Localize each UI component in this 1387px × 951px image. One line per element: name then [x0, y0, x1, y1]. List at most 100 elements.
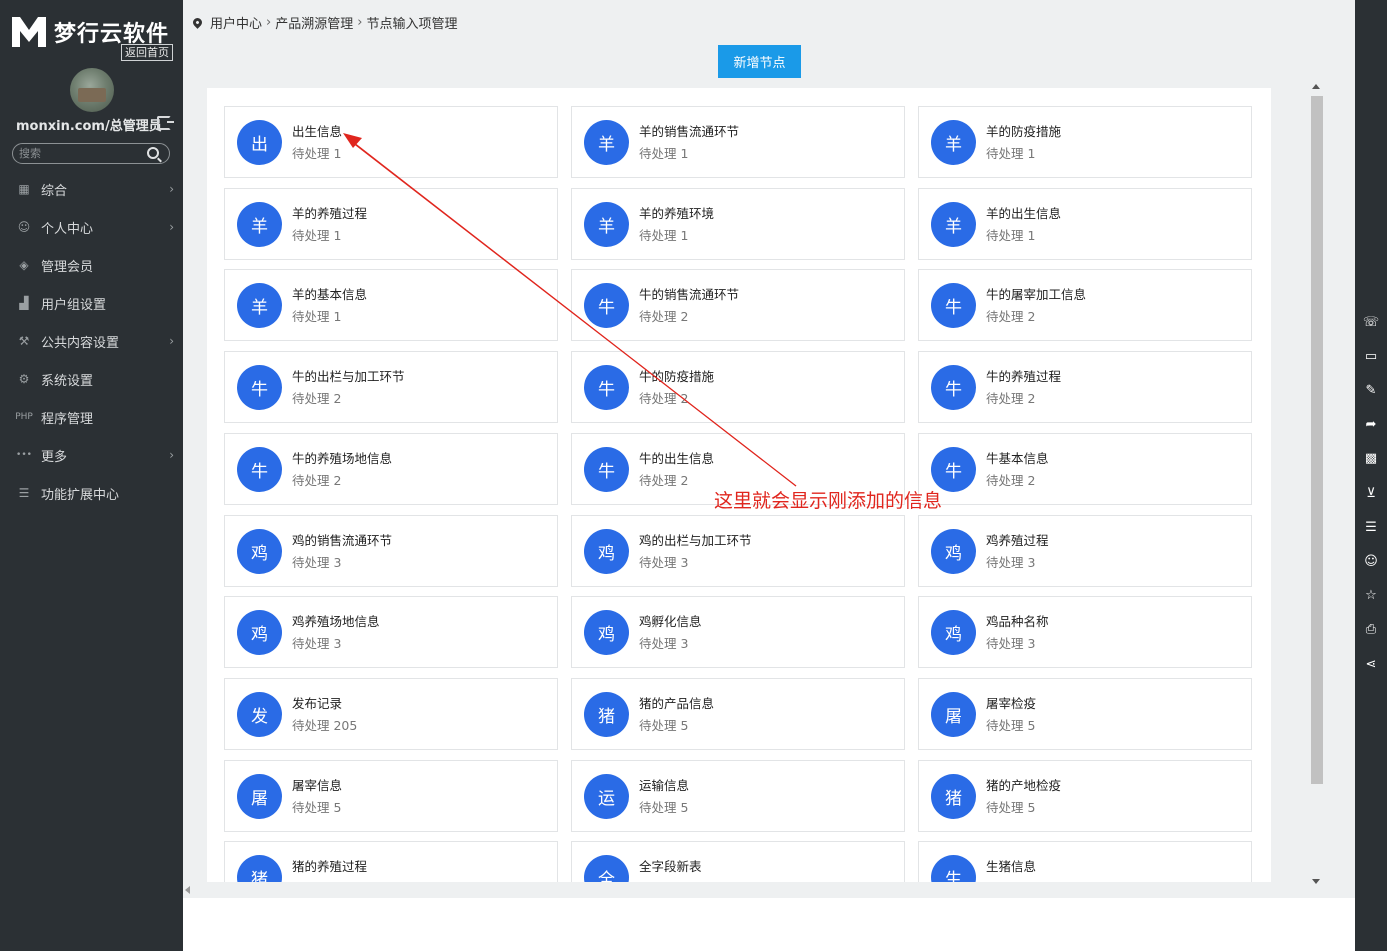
node-avatar-icon: 猪 [237, 855, 282, 882]
node-avatar-icon: 牛 [931, 365, 976, 410]
node-card[interactable]: 猪猪的产地检疫 待处理 5 [918, 760, 1252, 832]
node-title: 羊的出生信息 [986, 206, 1062, 221]
comment-icon[interactable]: ▭ [1362, 347, 1380, 365]
node-status: 待处理 1 [292, 146, 342, 161]
node-title: 牛的养殖场地信息 [292, 451, 393, 466]
scroll-left-arrow-icon[interactable] [185, 886, 190, 894]
node-card[interactable]: 牛牛的出栏与加工环节 待处理 2 [224, 351, 558, 423]
sidebar-item-4[interactable]: ⚒ 公共内容设置 › [0, 322, 183, 360]
print-icon[interactable]: ⎙ [1362, 621, 1380, 639]
node-card[interactable]: 羊羊的出生信息 待处理 1 [918, 188, 1252, 260]
menu-icon: ☰ [18, 486, 30, 500]
share-icon[interactable]: ⋖ [1362, 655, 1380, 673]
node-status: 待处理 3 [639, 555, 689, 570]
node-card[interactable]: 鸡鸡品种名称 待处理 3 [918, 596, 1252, 668]
node-card[interactable]: 全全字段新表待处理 12 处理中 1 [571, 841, 905, 882]
wechat-icon[interactable]: ☏ [1362, 313, 1380, 331]
node-avatar-icon: 牛 [584, 447, 629, 492]
sidebar-item-5[interactable]: ⚙ 系统设置 [0, 360, 183, 398]
logout-icon[interactable] [157, 116, 174, 130]
add-node-button[interactable]: 新增节点 [718, 45, 801, 78]
node-card[interactable]: 鸡鸡孵化信息 待处理 3 [571, 596, 905, 668]
node-avatar-icon: 鸡 [237, 610, 282, 655]
node-title: 牛的养殖过程 [986, 369, 1062, 384]
chevron-right-icon: › [169, 334, 174, 348]
edit-icon[interactable]: ✎ [1362, 381, 1380, 399]
node-card[interactable]: 运运输信息 待处理 5 [571, 760, 905, 832]
node-title: 牛的销售流通环节 [639, 287, 740, 302]
node-card[interactable]: 鸡鸡养殖过程 待处理 3 [918, 515, 1252, 587]
avatar[interactable] [70, 68, 114, 112]
scrollbar-thumb[interactable] [1311, 96, 1323, 784]
sidebar-item-label: 功能扩展中心 [41, 487, 120, 503]
grid-icon: ▦ [18, 182, 30, 196]
sidebar-item-8[interactable]: ☰ 功能扩展中心 [0, 474, 183, 512]
node-card[interactable]: 牛牛的销售流通环节 待处理 2 [571, 269, 905, 341]
logo[interactable]: 梦行云软件 返回首页 [10, 12, 180, 62]
tools-icon: ⚒ [18, 334, 30, 348]
node-title: 全字段新表 [639, 859, 702, 874]
qrcode-icon[interactable]: ▩ [1362, 450, 1380, 468]
scroll-up-arrow-icon[interactable] [1312, 84, 1320, 89]
node-card[interactable]: 鸡鸡的出栏与加工环节 待处理 3 [571, 515, 905, 587]
node-status: 待处理 205 [292, 718, 358, 733]
user-name[interactable]: monxin.com/总管理员 [16, 119, 162, 134]
node-card[interactable]: 猪猪的产品信息 待处理 5 [571, 678, 905, 750]
sidebar-item-7[interactable]: ••• 更多 › [0, 436, 183, 474]
node-status: 待处理 2 [986, 473, 1036, 488]
breadcrumb-item[interactable]: 产品溯源管理 [275, 13, 353, 32]
location-pin-icon [191, 16, 204, 29]
gear-icon: ⚙ [18, 372, 30, 386]
node-card[interactable]: 牛牛的防疫措施 待处理 2 [571, 351, 905, 423]
node-status: 待处理 2 [986, 309, 1036, 324]
user-icon[interactable]: ☺ [1362, 552, 1380, 570]
node-card[interactable]: 牛牛基本信息 待处理 2 [918, 433, 1252, 505]
node-status: 待处理 2 [639, 391, 689, 406]
list-icon[interactable]: ☰ [1362, 518, 1380, 536]
node-card[interactable]: 羊羊的销售流通环节 待处理 1 [571, 106, 905, 178]
node-title: 出生信息 [292, 124, 343, 139]
node-card[interactable]: 屠屠宰信息 待处理 5 [224, 760, 558, 832]
share-forward-icon[interactable]: ➦ [1362, 416, 1380, 434]
node-avatar-icon: 牛 [584, 283, 629, 328]
node-card[interactable]: 鸡鸡的销售流通环节 待处理 3 [224, 515, 558, 587]
sidebar-item-0[interactable]: ▦ 综合 › [0, 170, 183, 208]
user-icon: ☺ [17, 220, 31, 234]
breadcrumb-item: 节点输入项管理 [366, 17, 458, 32]
home-link[interactable]: 返回首页 [121, 44, 173, 61]
sidebar-item-1[interactable]: ☺ 个人中心 › [0, 208, 183, 246]
node-status: 待处理 1 [986, 146, 1036, 161]
node-card[interactable]: 出出生信息 待处理 1 [224, 106, 558, 178]
scroll-down-arrow-icon[interactable] [1312, 879, 1320, 884]
node-card[interactable]: 生生猪信息待处理 9 处理中 1 [918, 841, 1252, 882]
node-status: 待处理 5 [639, 800, 689, 815]
node-card[interactable]: 牛牛的出生信息 待处理 2 [571, 433, 905, 505]
node-status: 待处理 1 [639, 146, 689, 161]
cart-icon[interactable]: ⊻ [1362, 484, 1380, 502]
node-card[interactable]: 牛牛的养殖场地信息 待处理 2 [224, 433, 558, 505]
node-card[interactable]: 羊羊的养殖环境 待处理 1 [571, 188, 905, 260]
vertical-scrollbar[interactable] [1308, 82, 1324, 886]
node-card[interactable]: 羊羊的基本信息 待处理 1 [224, 269, 558, 341]
node-card[interactable]: 羊羊的养殖过程 待处理 1 [224, 188, 558, 260]
node-card[interactable]: 牛牛的屠宰加工信息 待处理 2 [918, 269, 1252, 341]
node-card[interactable]: 屠屠宰检疫 待处理 5 [918, 678, 1252, 750]
node-title: 牛的出栏与加工环节 [292, 369, 405, 384]
node-title: 牛的屠宰加工信息 [986, 287, 1087, 302]
sidebar-item-6[interactable]: PHP 程序管理 [0, 398, 183, 436]
sidebar-item-2[interactable]: ◈ 管理会员 [0, 246, 183, 284]
breadcrumb-item[interactable]: 用户中心 [210, 13, 262, 32]
node-card[interactable]: 鸡鸡养殖场地信息 待处理 3 [224, 596, 558, 668]
node-card[interactable]: 羊羊的防疫措施 待处理 1 [918, 106, 1252, 178]
sidebar: 梦行云软件 返回首页 monxin.com/总管理员 ▦ 综合 › ☺ 个人中心 › ◈ 管理… [0, 0, 183, 951]
node-card[interactable]: 牛牛的养殖过程 待处理 2 [918, 351, 1252, 423]
node-status: 待处理 3 [292, 636, 342, 651]
star-icon[interactable]: ☆ [1362, 587, 1380, 605]
sidebar-item-3[interactable]: ▟ 用户组设置 [0, 284, 183, 322]
search-icon[interactable] [147, 147, 159, 159]
node-card[interactable]: 猪猪的养殖过程待处理 5 [224, 841, 558, 882]
node-title: 牛基本信息 [986, 451, 1049, 466]
node-card[interactable]: 发发布记录 待处理 205 [224, 678, 558, 750]
search-input[interactable] [19, 145, 139, 162]
right-toolbar: ☏ ▭ ✎ ➦ ▩ ⊻ ☰ ☺ ☆ ⎙ ⋖ [1355, 0, 1387, 951]
